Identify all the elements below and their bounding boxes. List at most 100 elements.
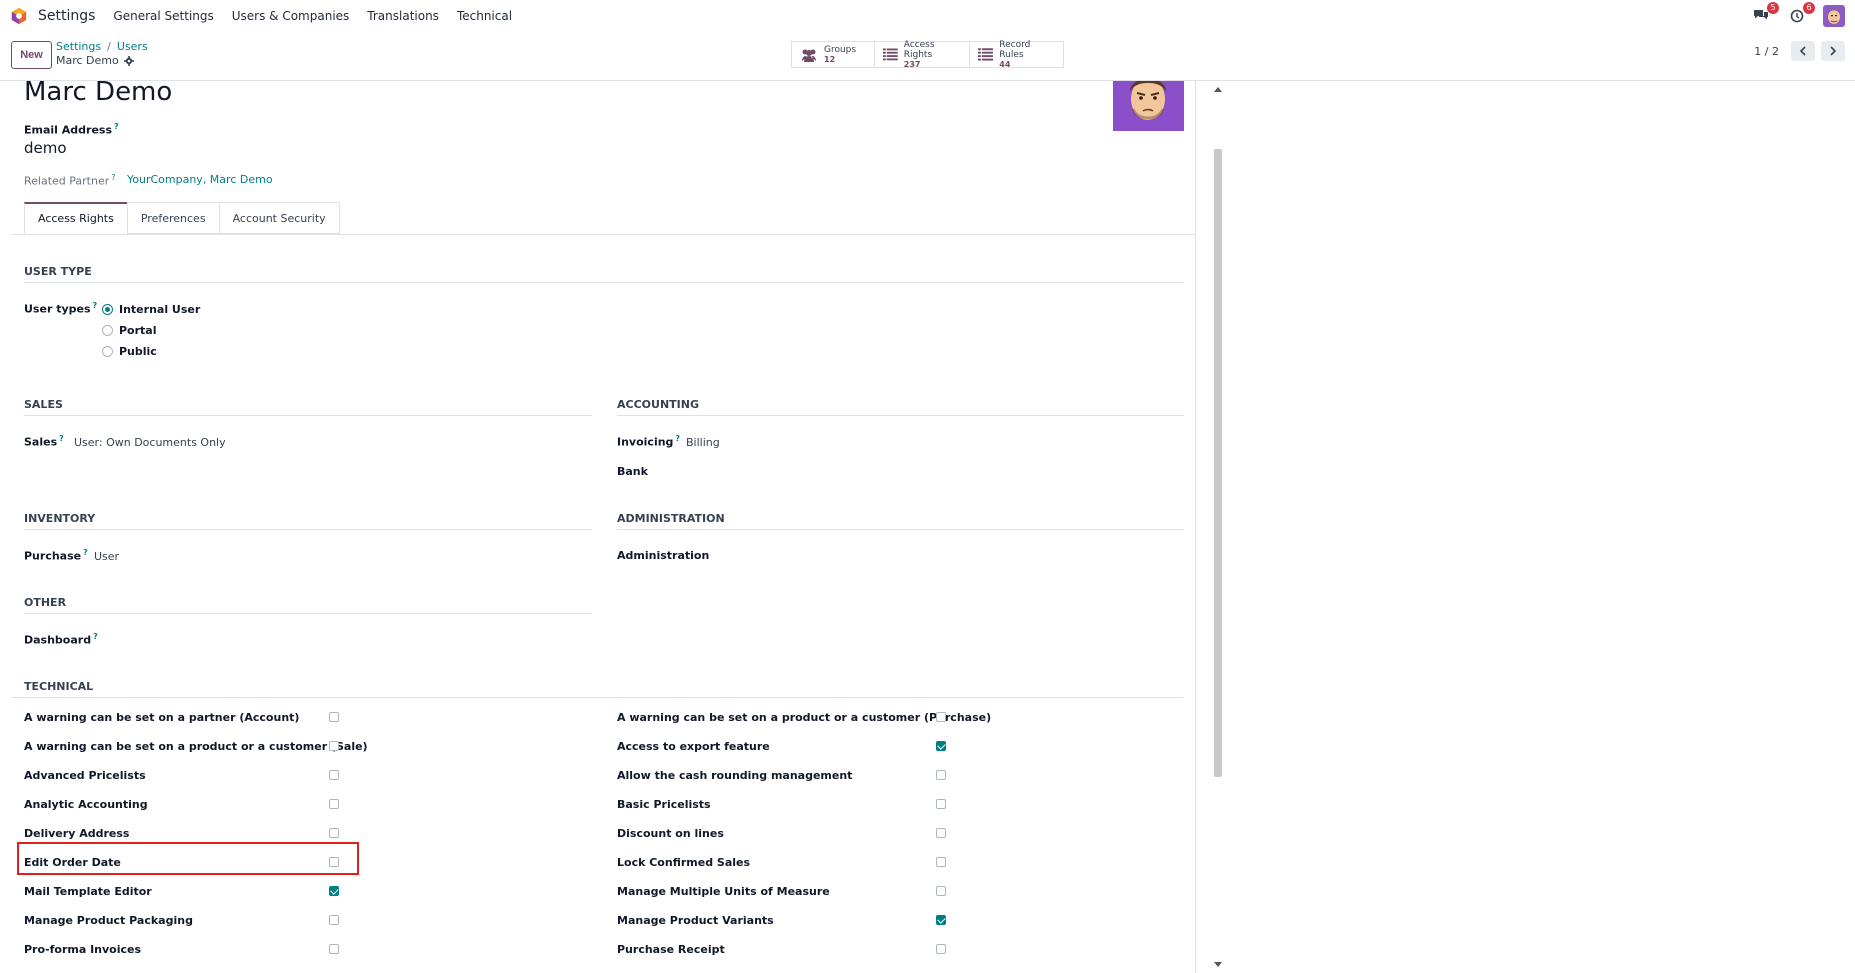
- permission-checkbox[interactable]: [329, 712, 339, 722]
- control-panel: New Settings / Users Marc Demo Groups 12 Ac…: [0, 32, 1855, 81]
- scroll-down-icon[interactable]: [1214, 962, 1222, 967]
- section-user-type: USER TYPE: [24, 265, 1184, 283]
- activities-icon[interactable]: 6: [1787, 2, 1815, 26]
- permission-label: Pro-forma Invoices: [24, 943, 142, 956]
- help-icon: ?: [114, 122, 119, 131]
- related-partner-link[interactable]: YourCompany, Marc Demo: [127, 173, 273, 186]
- record-name: Marc Demo: [56, 54, 119, 67]
- user-types-label: User types?: [24, 301, 98, 316]
- user-avatar[interactable]: [1823, 5, 1845, 27]
- menu-technical[interactable]: Technical: [457, 9, 512, 23]
- permission-row: Basic Pricelists: [617, 796, 1181, 816]
- permission-checkbox[interactable]: [329, 799, 339, 809]
- user-photo[interactable]: [1113, 81, 1184, 131]
- permission-label: A warning can be set on a partner (Accou…: [24, 711, 300, 724]
- purchase-field[interactable]: User: [94, 550, 119, 563]
- radio-button[interactable]: [102, 325, 113, 336]
- permission-row: Analytic Accounting: [24, 796, 602, 816]
- radio-button[interactable]: [102, 304, 113, 315]
- permission-checkbox[interactable]: [329, 828, 339, 838]
- record-rules-smart-button[interactable]: Record Rules 44: [970, 40, 1063, 69]
- scroll-thumb[interactable]: [1214, 149, 1222, 777]
- pager-next-button[interactable]: [1821, 41, 1845, 61]
- tab-divider: [11, 234, 1195, 235]
- permission-checkbox[interactable]: [329, 915, 339, 925]
- permission-label: Manage Product Variants: [617, 914, 774, 927]
- permission-row: Manage Product Variants: [617, 912, 1181, 932]
- help-icon: ?: [59, 434, 64, 443]
- pager-previous-button[interactable]: [1791, 41, 1815, 61]
- permission-label: A warning can be set on a product or a c…: [24, 740, 368, 753]
- permission-checkbox[interactable]: [329, 770, 339, 780]
- record-rules-count: 44: [999, 59, 1011, 69]
- permission-label: Lock Confirmed Sales: [617, 856, 751, 869]
- permission-checkbox[interactable]: [936, 857, 946, 867]
- permission-checkbox[interactable]: [936, 915, 946, 925]
- permission-checkbox[interactable]: [936, 828, 946, 838]
- access-rights-label: Access Rights: [903, 39, 935, 60]
- groups-count: 12: [824, 54, 836, 64]
- administration-label: Administration: [617, 549, 710, 562]
- permission-checkbox[interactable]: [936, 886, 946, 896]
- invoicing-label: Invoicing?: [617, 434, 681, 449]
- breadcrumb-users[interactable]: Users: [117, 40, 148, 53]
- email-field[interactable]: demo: [24, 139, 67, 157]
- radio-internal-user[interactable]: Internal User: [102, 303, 200, 316]
- menu-general-settings[interactable]: General Settings: [113, 9, 213, 23]
- permission-row: A warning can be set on a partner (Accou…: [24, 709, 602, 729]
- permission-checkbox[interactable]: [329, 886, 339, 896]
- sales-field[interactable]: User: Own Documents Only: [74, 436, 226, 449]
- permission-checkbox[interactable]: [936, 741, 946, 751]
- permission-checkbox[interactable]: [936, 944, 946, 954]
- tab-account-security[interactable]: Account Security: [218, 202, 340, 234]
- dashboard-label: Dashboard?: [24, 632, 98, 647]
- form-scrollbar[interactable]: [1212, 81, 1224, 973]
- groups-smart-button[interactable]: Groups 12: [792, 42, 875, 67]
- permission-checkbox[interactable]: [329, 741, 339, 751]
- permission-row: Discount on lines: [617, 825, 1181, 845]
- gear-icon[interactable]: [123, 55, 134, 66]
- permission-checkbox[interactable]: [936, 770, 946, 780]
- access-rights-count: 237: [903, 59, 921, 69]
- app-name[interactable]: Settings: [38, 8, 95, 24]
- sales-label: Sales?: [24, 434, 64, 449]
- permission-row: Purchase Receipt: [617, 941, 1181, 961]
- tab-access-rights[interactable]: Access Rights: [24, 202, 128, 234]
- new-button[interactable]: New: [11, 41, 52, 69]
- user-name-field[interactable]: Marc Demo: [24, 81, 172, 107]
- pager-value[interactable]: 1 / 2: [1754, 45, 1779, 58]
- radio-portal[interactable]: Portal: [102, 324, 157, 337]
- radio-public[interactable]: Public: [102, 345, 157, 358]
- tab-preferences[interactable]: Preferences: [126, 202, 220, 234]
- permission-label: Manage Product Packaging: [24, 914, 193, 927]
- permission-checkbox[interactable]: [936, 799, 946, 809]
- users-icon: [802, 49, 816, 62]
- purchase-label: Purchase?: [24, 548, 88, 563]
- smart-buttons: Groups 12 Access Rights 237 Record Rules 44: [791, 39, 1064, 69]
- messages-icon[interactable]: 5: [1751, 2, 1779, 26]
- systray: 5 6: [1751, 2, 1845, 27]
- permission-checkbox[interactable]: [329, 944, 339, 954]
- help-icon: ?: [92, 301, 98, 310]
- permission-label: Allow the cash rounding management: [617, 769, 853, 782]
- menu-translations[interactable]: Translations: [367, 9, 439, 23]
- scroll-up-icon[interactable]: [1214, 87, 1222, 92]
- permission-row: A warning can be set on a product or a c…: [617, 709, 1181, 729]
- breadcrumb-settings[interactable]: Settings: [56, 40, 101, 53]
- radio-button[interactable]: [102, 346, 113, 357]
- invoicing-field[interactable]: Billing: [686, 436, 720, 449]
- section-sales: SALES: [24, 398, 592, 416]
- chevron-right-icon: [1830, 46, 1837, 56]
- odoo-logo-icon[interactable]: [10, 7, 28, 25]
- section-other: OTHER: [24, 596, 592, 614]
- breadcrumb-separator: /: [107, 40, 111, 53]
- permission-label: Analytic Accounting: [24, 798, 148, 811]
- access-rights-smart-button[interactable]: Access Rights 237: [875, 39, 970, 69]
- highlight-box: [17, 842, 359, 875]
- permission-label: Manage Multiple Units of Measure: [617, 885, 830, 898]
- permission-label: Basic Pricelists: [617, 798, 711, 811]
- menu-users-companies[interactable]: Users & Companies: [232, 9, 350, 23]
- breadcrumb: Settings / Users: [56, 40, 148, 53]
- permission-checkbox[interactable]: [936, 712, 946, 722]
- bank-label: Bank: [617, 465, 648, 478]
